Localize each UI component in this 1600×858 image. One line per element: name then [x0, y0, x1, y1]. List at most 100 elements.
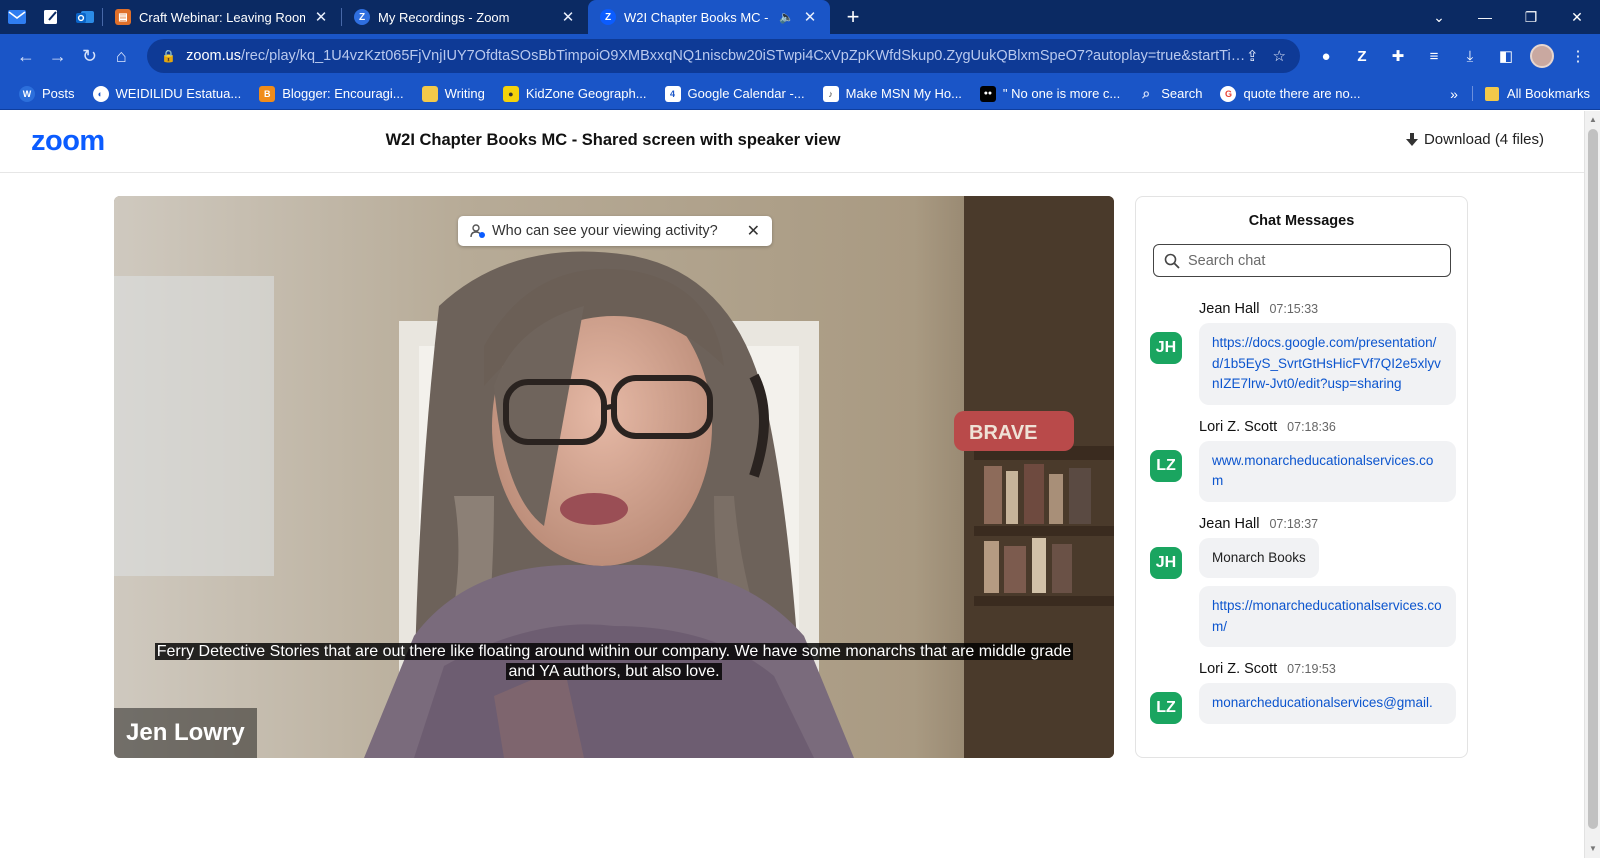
- menu-kebab-icon[interactable]: ⋮: [1566, 44, 1590, 68]
- bookmark-google-quote[interactable]: Gquote there are no...: [1211, 85, 1369, 102]
- bookmark-label: quote there are no...: [1243, 86, 1361, 101]
- zoom-favicon-icon: Z: [354, 9, 370, 25]
- pinned-tab-notes[interactable]: [34, 0, 68, 34]
- restore-icon[interactable]: ❐: [1508, 0, 1554, 34]
- forward-arrow-icon[interactable]: →: [42, 40, 74, 72]
- pinned-tab-mail[interactable]: [0, 0, 34, 34]
- address-host: zoom.us: [186, 48, 241, 64]
- pinned-tabs: [0, 0, 102, 34]
- bookmark-medium-quote[interactable]: ●● " No one is more c...: [971, 85, 1129, 102]
- message-link[interactable]: monarcheducationalservices@gmail.: [1199, 683, 1456, 724]
- extensions-puzzle-icon[interactable]: ✚: [1386, 44, 1410, 68]
- bookmark-label: Search: [1161, 86, 1203, 101]
- scroll-up-arrow-icon[interactable]: ▲: [1585, 113, 1600, 127]
- reading-list-icon[interactable]: ≡: [1422, 44, 1446, 68]
- new-tab-button[interactable]: +: [838, 2, 868, 32]
- search-icon: ⌕: [1142, 85, 1151, 101]
- star-bookmark-icon[interactable]: ☆: [1273, 47, 1286, 65]
- bookmark-label: Writing: [444, 86, 485, 101]
- bookmark-kidzone[interactable]: ● KidZone Geograph...: [494, 85, 656, 102]
- tab-w2i-chapter-books[interactable]: Z W2I Chapter Books MC - Zoo 🔈 ✕: [588, 0, 830, 34]
- message-time: 07:15:33: [1269, 302, 1319, 316]
- close-tab-icon[interactable]: ✕: [313, 8, 329, 26]
- chat-message: LZ Lori Z. Scott 07:18:36 www.monarcheduc…: [1136, 419, 1467, 502]
- webinar-favicon-icon: ▤: [115, 9, 131, 25]
- close-notice-icon[interactable]: ✕: [747, 221, 760, 241]
- svg-text:BRAVE: BRAVE: [969, 422, 1038, 444]
- chat-title: Chat Messages: [1248, 213, 1355, 229]
- tab-title: W2I Chapter Books MC - Zoo: [624, 9, 771, 25]
- bookmark-msn[interactable]: ♪ Make MSN My Ho...: [814, 85, 971, 102]
- close-window-icon[interactable]: ✕: [1554, 0, 1600, 34]
- bookmark-search[interactable]: ⌕ Search: [1129, 85, 1211, 102]
- zoom-extension-icon[interactable]: Z: [1350, 44, 1374, 68]
- close-tab-icon[interactable]: ✕: [560, 8, 576, 26]
- page-scrollbar[interactable]: ▲ ▼: [1584, 111, 1600, 858]
- speaker-name-tag: Jen Lowry: [114, 708, 257, 758]
- sender-name: Lori Z. Scott: [1199, 661, 1278, 677]
- outlook-icon: [76, 11, 94, 23]
- zoom-header: zoom W2I Chapter Books MC - Shared scree…: [0, 111, 1584, 173]
- download-arrow-icon: [1405, 132, 1418, 146]
- avatar: JH: [1150, 546, 1182, 579]
- bookmark-label: Posts: [42, 86, 75, 101]
- message-link[interactable]: www.monarcheducationalservices.com: [1199, 440, 1456, 502]
- message-text: Monarch Books: [1199, 537, 1319, 578]
- search-chat-input[interactable]: [1188, 252, 1428, 269]
- side-panel-icon[interactable]: ◧: [1494, 44, 1518, 68]
- download-button[interactable]: Download (4 files): [1405, 131, 1544, 148]
- pinned-tab-outlook[interactable]: [68, 0, 102, 34]
- browser-toolbar: ← → ↻ ⌂ 🔒 zoom.us /rec/play/kq_1U4vzKzt0…: [0, 34, 1600, 78]
- home-icon[interactable]: ⌂: [105, 40, 137, 72]
- page-title: W2I Chapter Books MC - Shared screen wit…: [385, 131, 841, 149]
- bookmarks-overflow-icon[interactable]: »: [1436, 86, 1472, 102]
- chat-search-box[interactable]: [1153, 244, 1451, 277]
- video-player[interactable]: BRAVE Who can see your viewing activity?…: [114, 196, 1114, 758]
- folder-icon: [1484, 86, 1499, 101]
- message-link[interactable]: https://monarcheducationalservices.com/: [1199, 586, 1456, 647]
- extension-puzzle-badge-icon[interactable]: ●: [1314, 44, 1338, 68]
- search-icon: [1164, 253, 1180, 269]
- wordpress-icon: W: [19, 85, 35, 102]
- tab-craft-webinar[interactable]: ▤ Craft Webinar: Leaving Room for ✕: [103, 0, 341, 34]
- speaker-audio-icon[interactable]: 🔈: [779, 10, 794, 24]
- scrollbar-thumb[interactable]: [1588, 129, 1598, 829]
- address-path: /rec/play/kq_1U4vzKzt065FjVnjIUY7OfdtaSO…: [240, 48, 1246, 64]
- tab-my-recordings[interactable]: Z My Recordings - Zoom ✕: [342, 0, 588, 34]
- lock-icon[interactable]: 🔒: [161, 49, 176, 63]
- bookmark-label: Make MSN My Ho...: [845, 86, 962, 101]
- scroll-down-arrow-icon[interactable]: ▼: [1585, 842, 1600, 856]
- globe-icon: ◐: [92, 85, 109, 102]
- viewing-activity-notice[interactable]: Who can see your viewing activity? ✕: [458, 216, 772, 246]
- blogger-icon: B: [259, 85, 276, 102]
- share-icon[interactable]: ⇪: [1246, 47, 1259, 65]
- tab-search-icon[interactable]: ⌄: [1416, 0, 1462, 34]
- bookmark-writing[interactable]: Writing: [413, 85, 494, 102]
- all-bookmarks-button[interactable]: All Bookmarks: [1471, 86, 1590, 101]
- mail-icon: [8, 10, 26, 24]
- message-time: 07:18:36: [1287, 419, 1336, 434]
- reload-icon[interactable]: ↻: [74, 40, 106, 72]
- minimize-icon[interactable]: —: [1462, 0, 1508, 34]
- bookmark-google-calendar[interactable]: 4 Google Calendar -...: [656, 85, 814, 102]
- message-link[interactable]: https://docs.google.com/presentation/d/1…: [1199, 323, 1456, 405]
- bookmark-label: Google Calendar -...: [687, 86, 805, 101]
- download-icon[interactable]: ⤓: [1458, 44, 1482, 68]
- chat-message-list[interactable]: JH Jean Hall 07:15:33 https://docs.google…: [1136, 301, 1467, 738]
- browser-tabstrip: ▤ Craft Webinar: Leaving Room for ✕ Z My…: [0, 0, 1600, 34]
- avatar: JH: [1150, 332, 1182, 364]
- bookmark-blogger[interactable]: B Blogger: Encouragi...: [250, 85, 412, 102]
- all-bookmarks-label: All Bookmarks: [1506, 86, 1590, 101]
- google-icon: G: [1220, 85, 1237, 102]
- address-bar[interactable]: 🔒 zoom.us /rec/play/kq_1U4vzKzt065FjVnjI…: [147, 39, 1300, 73]
- people-visibility-icon: [470, 224, 485, 238]
- closed-caption: Ferry Detective Stories that are out the…: [134, 642, 1094, 681]
- tab-title: My Recordings - Zoom: [378, 9, 510, 25]
- bookmark-posts[interactable]: W Posts: [10, 85, 84, 102]
- back-arrow-icon[interactable]: ←: [10, 40, 42, 72]
- close-tab-icon[interactable]: ✕: [802, 8, 818, 26]
- bookmark-weidilidu[interactable]: ◐ WEIDILIDU Estatua...: [84, 85, 251, 102]
- extensions-area: ● Z ✚ ≡ ⤓ ◧ ⋮: [1314, 44, 1590, 68]
- medium-icon: ●●: [979, 85, 996, 102]
- profile-avatar[interactable]: [1530, 44, 1554, 68]
